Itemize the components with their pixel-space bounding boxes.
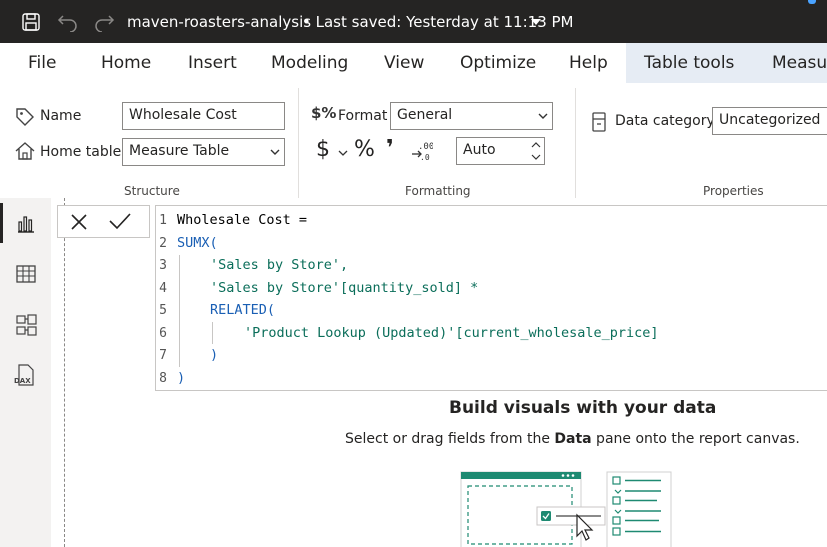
line-number: 8 — [159, 371, 167, 386]
model-view-icon[interactable] — [15, 313, 39, 337]
indent-guide — [179, 255, 180, 367]
name-input[interactable]: Wholesale Cost — [122, 102, 285, 130]
group-divider — [575, 88, 576, 198]
chevron-down-icon[interactable] — [338, 149, 348, 157]
tab-insert[interactable]: Insert — [188, 53, 237, 73]
tab-table-tools[interactable]: Table tools — [644, 53, 734, 73]
decimals-value: Auto — [463, 142, 496, 158]
decimal-places-icon[interactable]: .00 .0 — [409, 140, 433, 162]
spinner-arrows-icon[interactable] — [530, 140, 542, 162]
svg-text:DAX: DAX — [14, 377, 31, 385]
empty-canvas-title: Build visuals with your data — [449, 398, 717, 418]
currency-button[interactable]: $ — [316, 137, 330, 162]
format-label: Format — [338, 108, 388, 124]
dax-formula-editor[interactable]: 1 2 3 4 5 6 7 8 Wholesale Cost = SUMX( '… — [155, 205, 827, 391]
title-bar: maven-roasters-analysis • Last saved: Ye… — [0, 0, 827, 43]
line-number: 5 — [159, 303, 167, 318]
formatting-group-label: Formatting — [405, 184, 471, 198]
tab-optimize[interactable]: Optimize — [460, 53, 536, 73]
data-category-icon — [592, 112, 606, 132]
data-category-value: Uncategorized — [719, 112, 821, 128]
line-number: 2 — [159, 236, 167, 251]
home-table-value: Measure Table — [129, 143, 230, 159]
active-view-indicator — [0, 203, 3, 243]
chevron-down-icon — [270, 149, 280, 155]
formula-line: ) — [177, 370, 186, 386]
commit-check-icon[interactable] — [108, 212, 132, 230]
tab-measure-tools[interactable]: Measure — [772, 53, 827, 73]
svg-text:.0: .0 — [420, 153, 430, 162]
home-icon — [15, 142, 35, 160]
dax-query-view-icon[interactable]: DAX — [13, 363, 37, 387]
tab-file[interactable]: File — [28, 53, 56, 73]
formula-line: SUMX( — [177, 235, 218, 251]
empty-sub-pre: Select or drag fields from the — [345, 431, 555, 447]
formula-line: 'Sales by Store'[quantity_sold] * — [210, 280, 479, 296]
indent-guide — [212, 322, 213, 344]
home-table-label: Home table — [40, 144, 122, 160]
line-number: 3 — [159, 258, 167, 273]
name-label: Name — [40, 108, 82, 124]
file-name[interactable]: maven-roasters-analysis — [127, 13, 311, 31]
line-number: 7 — [159, 348, 167, 363]
cancel-icon[interactable] — [70, 213, 88, 231]
data-category-label: Data category — [615, 113, 715, 129]
formula-line: RELATED( — [210, 302, 276, 318]
tab-help[interactable]: Help — [569, 53, 608, 73]
tag-icon — [16, 108, 34, 126]
data-category-select[interactable]: Uncategorized — [712, 107, 827, 135]
comma-button[interactable]: ❜ — [386, 136, 394, 161]
line-number: 1 — [159, 213, 167, 228]
tab-home[interactable]: Home — [101, 53, 151, 73]
save-icon[interactable] — [21, 12, 41, 32]
formula-line: Wholesale Cost = — [177, 212, 308, 228]
dropdown-icon[interactable] — [531, 19, 541, 25]
home-table-select[interactable]: Measure Table — [122, 138, 285, 166]
data-pane-reference: Data — [554, 431, 592, 447]
canvas-boundary — [64, 198, 65, 547]
line-number: 6 — [159, 326, 167, 341]
empty-sub-post: pane onto the report canvas. — [591, 431, 800, 447]
tab-modeling[interactable]: Modeling — [271, 53, 348, 73]
empty-canvas-subtitle: Select or drag fields from the Data pane… — [345, 431, 800, 447]
svg-text:.00: .00 — [418, 142, 433, 152]
chevron-down-icon — [538, 113, 548, 119]
structure-group-label: Structure — [124, 184, 180, 198]
line-number: 4 — [159, 281, 167, 296]
properties-group-label: Properties — [703, 184, 764, 198]
notification-indicator — [808, 0, 816, 4]
formula-line: ) — [210, 347, 219, 363]
formula-line: 'Product Lookup (Updated)'[current_whole… — [244, 325, 659, 341]
tab-view[interactable]: View — [384, 53, 424, 73]
group-divider — [298, 88, 299, 198]
undo-icon[interactable] — [57, 12, 79, 32]
percent-button[interactable]: % — [354, 137, 375, 162]
format-select[interactable]: General — [390, 102, 553, 130]
table-view-icon[interactable] — [15, 263, 37, 285]
format-icon: $% — [311, 104, 337, 122]
build-visual-illustration-icon — [460, 471, 672, 547]
report-view-icon[interactable] — [15, 213, 37, 235]
format-value: General — [397, 107, 453, 123]
formula-commit-bar — [57, 205, 150, 238]
formula-line: 'Sales by Store', — [210, 257, 349, 273]
redo-icon[interactable] — [93, 12, 115, 32]
